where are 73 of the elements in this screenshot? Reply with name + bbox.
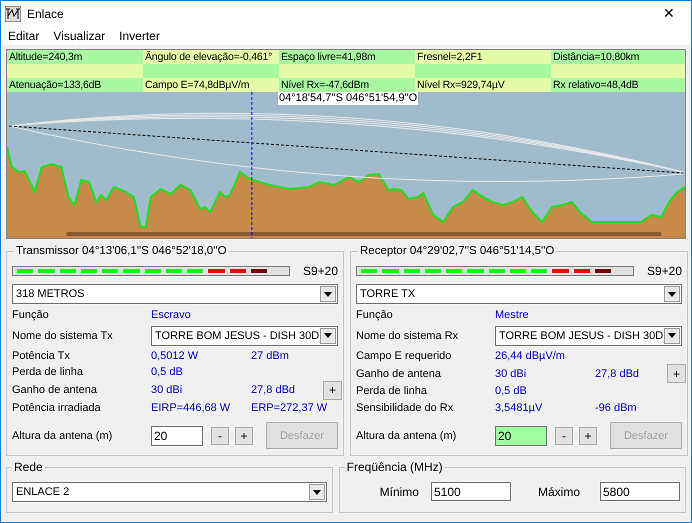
menu-item[interactable]: Editar bbox=[1, 26, 46, 44]
info-cell: Campo E=74,8dBµV/m bbox=[143, 78, 279, 92]
info-cell: Altitude=240,3m bbox=[7, 50, 143, 64]
field-label: Perda de linha bbox=[12, 365, 84, 380]
dropdown-arrow-icon bbox=[324, 333, 332, 338]
info-cell: Rx relativo=48,4dB bbox=[551, 78, 685, 92]
group-title: Transmissor 04°13'06,1''S 046°52'18,0''O bbox=[15, 244, 228, 259]
field-value: 30 dBi bbox=[151, 383, 184, 398]
minimum-field[interactable]: 5100 bbox=[430, 482, 511, 502]
field-value: 0,5012 W bbox=[151, 348, 200, 364]
dropdown[interactable]: 318 METROS bbox=[12, 284, 338, 304]
field-value: 3,5481µV bbox=[495, 400, 544, 416]
increment-button[interactable]: + bbox=[235, 426, 253, 445]
group-title: Freqüência (MHz) bbox=[346, 459, 444, 476]
info-cell: Nível Rx=-47,6dBm bbox=[279, 78, 415, 92]
field-label: Potência Tx bbox=[12, 348, 71, 364]
field-value: Mestre bbox=[495, 308, 530, 324]
field-label: Sensibilidade do Rx bbox=[356, 400, 454, 416]
dropdown[interactable]: TORRE TX bbox=[356, 284, 682, 304]
field-label: Nome do sistema Tx bbox=[12, 328, 114, 344]
antenna-height-field[interactable]: 20 bbox=[151, 426, 203, 446]
close-button[interactable]: ✕ bbox=[647, 1, 691, 26]
decrement-button[interactable]: - bbox=[211, 426, 229, 445]
field-value: Escravo bbox=[151, 308, 192, 324]
info-cell: Atenuação=133,6dB bbox=[7, 78, 143, 92]
field-value: 27,8 dBd bbox=[595, 366, 640, 382]
info-cell: Fresnel=2,2F1 bbox=[415, 50, 551, 64]
app-icon bbox=[5, 6, 21, 22]
field-label: Ganho de antena bbox=[12, 383, 98, 398]
field-value: 27 dBm bbox=[251, 348, 290, 364]
increment-button[interactable]: + bbox=[579, 426, 597, 445]
maximum-field[interactable]: 5800 bbox=[600, 482, 680, 502]
field-value: 27,8 dBd bbox=[251, 383, 296, 398]
window-title: Enlace bbox=[27, 6, 64, 22]
field-label: Altura da antena (m) bbox=[12, 428, 114, 444]
field-label: Perda de linha bbox=[356, 384, 428, 400]
antenna-height-field[interactable]: 20 bbox=[495, 426, 547, 446]
signal-reading: S9+20 bbox=[646, 263, 682, 280]
info-cell: Ângulo de elevação=-0,461° bbox=[143, 50, 279, 64]
field-label: Função bbox=[356, 308, 394, 324]
dropdown[interactable]: TORRE BOM JESUS - DISH 30D bbox=[151, 326, 338, 346]
info-cell: Distância=10,80km bbox=[551, 50, 685, 64]
signal-reading: S9+20 bbox=[302, 263, 338, 280]
field-label: Altura da antena (m) bbox=[356, 428, 458, 444]
add-button[interactable]: + bbox=[667, 364, 686, 384]
field-value: EIRP=446,68 W bbox=[151, 400, 232, 416]
info-cell: Espaço livre=41,98m bbox=[279, 50, 415, 64]
dropdown-arrow-icon bbox=[312, 490, 321, 495]
field-value: 30 dBi bbox=[495, 366, 528, 382]
add-button[interactable]: + bbox=[323, 380, 342, 400]
dropdown[interactable]: TORRE BOM JESUS - DISH 30D bbox=[495, 326, 682, 346]
dropdown[interactable]: ENLACE 2 bbox=[12, 482, 327, 502]
dropdown-arrow-icon bbox=[324, 292, 332, 297]
decrement-button[interactable]: - bbox=[555, 426, 573, 445]
dropdown-arrow-icon bbox=[668, 333, 676, 338]
field-value: 26,44 dBµV/m bbox=[495, 348, 566, 364]
group-title: Receptor 04°29'02,7''S 046°51'14,5''O bbox=[359, 244, 556, 259]
field-value: -96 dBm bbox=[595, 400, 638, 416]
field-label: Mínimo bbox=[380, 484, 419, 501]
cursor-coordinates: 04°18'54,7''S 046°51'54,9''O bbox=[278, 92, 418, 105]
field-label: Máximo bbox=[538, 484, 580, 501]
field-value: 0,5 dB bbox=[151, 365, 184, 380]
field-label: Potência irradiada bbox=[12, 400, 102, 416]
menu-item[interactable]: Inverter bbox=[112, 26, 167, 44]
menu-item[interactable]: Visualizar bbox=[46, 26, 112, 44]
field-label: Função bbox=[12, 308, 50, 324]
field-label: Campo E requerido bbox=[356, 348, 452, 364]
field-label: Nome do sistema Rx bbox=[356, 328, 460, 344]
dropdown-arrow-icon bbox=[668, 292, 676, 297]
group-title: Rede bbox=[13, 459, 44, 476]
field-value: 0,5 dB bbox=[495, 384, 528, 400]
info-cell: Nível Rx=929,74µV bbox=[415, 78, 551, 92]
field-label: Ganho de antena bbox=[356, 366, 442, 382]
